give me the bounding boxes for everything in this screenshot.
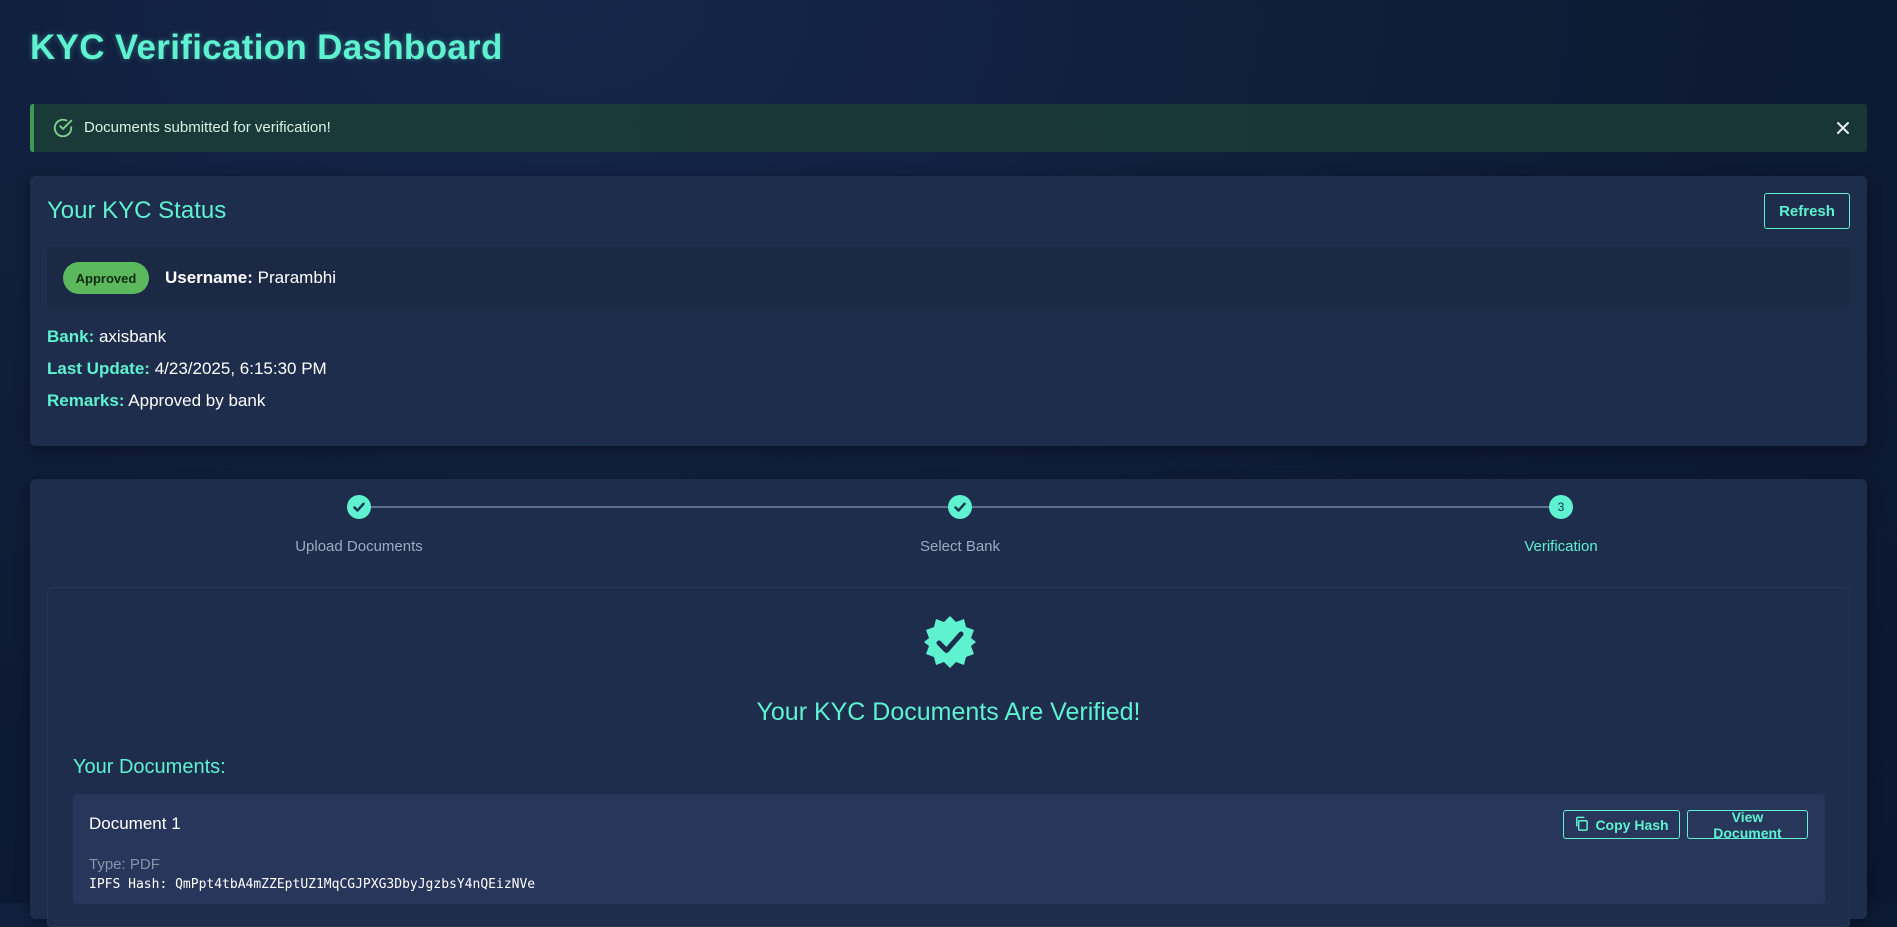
last-update-line: Last Update: 4/23/2025, 6:15:30 PM [47,359,327,379]
verified-title: Your KYC Documents Are Verified! [756,698,1141,726]
copy-hash-label: Copy Hash [1595,816,1669,833]
username-label: Username: [165,268,253,287]
step-connector [368,506,958,508]
kyc-status-card: Your KYC Status Refresh Approved Usernam… [30,176,1867,446]
step-label-select-bank: Select Bank [919,538,1001,555]
documents-heading: Your Documents: [73,756,226,778]
step-1-check-icon [347,495,371,519]
remarks-value: Approved by bank [128,391,266,410]
close-icon[interactable] [1831,116,1855,140]
step-connector [969,506,1559,508]
copy-hash-button[interactable]: Copy Hash [1563,810,1680,839]
remarks-label: Remarks: [47,391,125,410]
alert-message: Documents submitted for verification! [84,119,331,136]
document-item: Document 1 Type: PDF IPFS Hash: QmPpt4tb… [73,794,1825,904]
last-update-value: 4/23/2025, 6:15:30 PM [154,359,327,378]
verification-steps-card: 3 Upload Documents Select Bank Verificat… [30,479,1867,927]
step-2-check-icon [948,495,972,519]
document-type: Type: PDF [89,856,160,873]
page-title: KYC Verification Dashboard [30,28,503,67]
view-document-button[interactable]: View Document [1687,809,1808,841]
verification-panel: Your KYC Documents Are Verified! Your Do… [47,587,1850,927]
verified-badge-icon [922,614,978,670]
step-label-upload-documents: Upload Documents [295,538,423,555]
bank-value: axisbank [98,327,167,346]
status-title: Your KYC Status [47,197,227,224]
step-3-marker: 3 [1549,495,1573,519]
step-label-verification: Verification [1524,538,1598,555]
status-badge: Approved [63,262,149,294]
check-circle-icon [52,117,74,139]
bank-line: Bank: axisbank [47,327,166,347]
remarks-line: Remarks: Approved by bank [47,391,265,411]
last-update-label: Last Update: [47,359,150,378]
document-hash: IPFS Hash: QmPpt4tbA4mZZEptUZ1MqCGJPXG3D… [89,877,536,892]
username-value: Prarambhi [257,268,337,287]
refresh-button[interactable]: Refresh [1764,193,1850,229]
status-summary: Approved Username: Prarambhi [47,247,1850,309]
document-name: Document 1 [89,814,181,833]
username-line: Username: Prarambhi [165,268,336,288]
bank-label: Bank: [47,327,95,346]
success-alert: Documents submitted for verification! [30,104,1867,152]
copy-icon [1574,816,1589,834]
